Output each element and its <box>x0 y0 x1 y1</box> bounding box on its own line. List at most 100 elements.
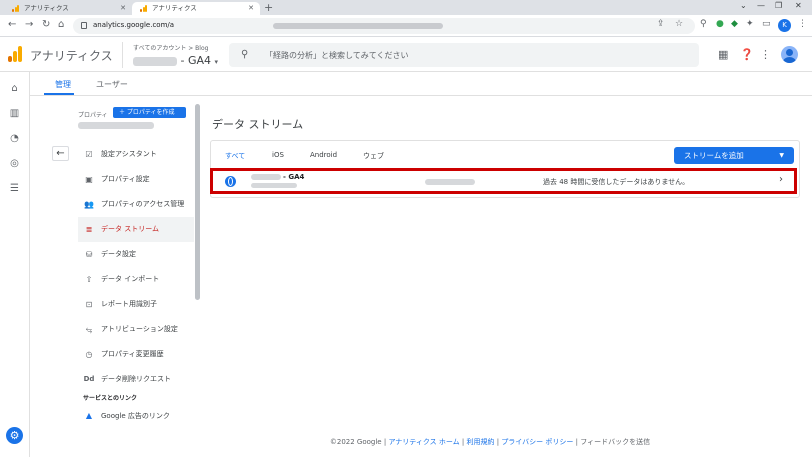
footer-link-analytics-home[interactable]: アナリティクス ホーム <box>388 438 459 446</box>
filter-android[interactable]: Android <box>310 151 337 159</box>
back-arrow-button[interactable]: ← <box>52 146 69 161</box>
account-avatar[interactable] <box>781 46 798 63</box>
menu-item-data-settings[interactable]: ⛁ データ設定 <box>78 242 194 267</box>
filter-ios[interactable]: iOS <box>272 151 284 159</box>
page-title: データ ストリーム <box>212 118 304 131</box>
menu-item-property-settings[interactable]: ▣ プロパティ設定 <box>78 167 194 192</box>
menu-item-label: データ ストリーム <box>101 225 160 233</box>
menu-item-data-streams[interactable]: ≣ データ ストリーム <box>78 217 194 242</box>
footer-link-terms[interactable]: 利用規約 <box>467 438 495 446</box>
active-tab-indicator <box>44 93 74 95</box>
menu-item-attribution-settings[interactable]: ⥃ アトリビューション設定 <box>78 317 194 342</box>
analytics-favicon-icon <box>140 5 147 12</box>
app-name: アナリティクス <box>30 49 113 63</box>
advertising-icon[interactable]: ◎ <box>8 157 21 170</box>
menu-item-label: プロパティのアクセス管理 <box>101 200 185 208</box>
send-feedback-link[interactable]: フィードバックを送信 <box>580 438 650 446</box>
side-panel-icon[interactable]: ▭ <box>762 19 771 29</box>
menu-item-label: データ設定 <box>101 250 136 258</box>
property-suffix: - GA4 <box>180 54 212 67</box>
browser-tab-active[interactable]: アナリティクス ✕ <box>132 2 260 15</box>
search-bar[interactable]: ⚲ 「経路の分析」と検索してみてください <box>229 43 699 67</box>
profile-avatar[interactable]: K <box>778 19 791 32</box>
upload-icon: ⇧ <box>85 275 93 284</box>
scrollbar-thumb[interactable] <box>195 104 200 300</box>
redacted-stream-url <box>251 183 297 188</box>
property-column: プロパティ ＋ プロパティを作成 ← ☑ 設定アシスタント ▣ プロパティ設定 👥 プ… <box>30 96 205 431</box>
menu-item-label: レポート用識別子 <box>101 300 157 308</box>
analytics-favicon-icon <box>12 5 19 12</box>
footer-link-privacy[interactable]: プライバシー ポリシー <box>501 438 573 446</box>
redacted-property-selector[interactable] <box>78 122 154 129</box>
close-window-icon[interactable]: ✕ <box>795 1 802 10</box>
back-arrow-icon[interactable]: ← <box>8 19 16 30</box>
menu-item-label: 設定アシスタント <box>101 150 157 158</box>
property-menu: ☑ 設定アシスタント ▣ プロパティ設定 👥 プロパティのアクセス管理 ≣ データ スト… <box>78 142 194 426</box>
menu-item-access-management[interactable]: 👥 プロパティのアクセス管理 <box>78 192 194 217</box>
tab-admin[interactable]: 管理 <box>55 79 71 90</box>
menu-item-data-import[interactable]: ⇧ データ インポート <box>78 267 194 292</box>
menu-item-setup-assistant[interactable]: ☑ 設定アシスタント <box>78 142 194 167</box>
analytics-logo-icon <box>8 46 22 62</box>
web-globe-icon <box>225 176 236 187</box>
menu-item-change-history[interactable]: ◷ プロパティ変更履歴 <box>78 342 194 367</box>
url-text: analytics.google.com/a <box>93 21 175 29</box>
new-tab-icon[interactable]: + <box>264 1 273 14</box>
chevron-down-icon[interactable]: ⌄ <box>740 1 747 10</box>
extension-icon[interactable]: ⚲ <box>700 19 707 29</box>
history-icon: ◷ <box>85 350 93 359</box>
plus-icon: ＋ <box>119 109 127 116</box>
property-settings-icon: ▣ <box>85 175 93 184</box>
home-icon[interactable]: ⌂ <box>8 82 21 95</box>
menu-item-data-deletion[interactable]: Dd データ削除リクエスト <box>78 367 194 392</box>
browser-tab-title: アナリティクス <box>152 4 197 12</box>
evernote-extension-icon[interactable]: ● <box>716 19 724 29</box>
menu-item-google-ads-links[interactable]: ▲ Google 広告のリンク <box>78 406 194 426</box>
add-stream-button[interactable]: ストリームを追加 ▼ <box>674 147 794 164</box>
tab-users[interactable]: ユーザー <box>96 79 128 90</box>
configure-icon[interactable]: ☰ <box>8 182 21 195</box>
menu-item-label: プロパティ変更履歴 <box>101 350 164 358</box>
browser-tab[interactable]: アナリティクス ✕ <box>4 2 132 15</box>
dropdown-caret-icon: ▾ <box>214 58 219 66</box>
chevron-right-icon[interactable]: › <box>779 174 783 185</box>
create-property-button[interactable]: ＋ プロパティを作成 <box>113 107 186 118</box>
address-bar[interactable]: analytics.google.com/a <box>73 18 695 34</box>
redacted-stream-name <box>251 174 281 180</box>
search-placeholder: 「経路の分析」と検索してみてください <box>265 51 409 60</box>
explore-icon[interactable]: ◔ <box>8 132 21 145</box>
analytics-header: アナリティクス すべてのアカウント > Blog - GA4 ▾ ⚲ 「経路の分… <box>0 38 812 72</box>
filter-all[interactable]: すべて <box>225 151 245 161</box>
admin-gear-icon[interactable]: ⚙ <box>6 427 23 444</box>
close-tab-icon[interactable]: ✕ <box>120 2 126 15</box>
links-section-header: サービスとのリンク <box>83 395 137 402</box>
minimize-icon[interactable]: — <box>757 1 765 10</box>
menu-item-label: アトリビューション設定 <box>101 325 178 333</box>
forward-arrow-icon[interactable]: → <box>25 19 33 30</box>
browser-tabstrip: アナリティクス ✕ アナリティクス ✕ + ⌄ — ❐ ✕ <box>0 0 812 15</box>
menu-item-reporting-identity[interactable]: ⊡ レポート用識別子 <box>78 292 194 317</box>
data-stream-row[interactable]: - GA4 過去 48 時間に受信したデータはありません。 › <box>210 168 797 194</box>
green-extension-icon[interactable]: ◆ <box>731 19 738 29</box>
data-stream-icon: ≣ <box>85 225 93 234</box>
add-stream-label: ストリームを追加 <box>684 151 744 160</box>
help-icon[interactable]: ❓ <box>740 48 754 61</box>
maximize-icon[interactable]: ❐ <box>775 1 782 10</box>
dropdown-caret-icon: ▼ <box>779 152 784 159</box>
reports-icon[interactable]: ▥ <box>8 107 21 120</box>
close-tab-icon[interactable]: ✕ <box>248 2 254 15</box>
puzzle-extensions-icon[interactable]: ✦ <box>746 19 754 29</box>
kebab-menu-icon[interactable]: ⋮ <box>760 48 771 61</box>
kebab-menu-icon[interactable]: ⋮ <box>798 19 807 29</box>
share-icon[interactable]: ⇪ <box>657 19 665 29</box>
stream-name: - GA4 <box>251 173 304 181</box>
reload-icon[interactable]: ↻ <box>42 19 50 30</box>
account-selector[interactable]: すべてのアカウント > Blog - GA4 ▾ <box>122 42 218 68</box>
account-breadcrumb: すべてのアカウント > Blog <box>133 45 209 52</box>
apps-grid-icon[interactable]: ▦ <box>718 48 728 61</box>
filter-web[interactable]: ウェブ <box>363 151 384 161</box>
copyright: ©2022 Google | <box>329 438 387 446</box>
bookmark-star-icon[interactable]: ☆ <box>675 19 683 29</box>
home-icon[interactable]: ⌂ <box>58 19 64 30</box>
attribution-icon: ⥃ <box>85 325 93 334</box>
